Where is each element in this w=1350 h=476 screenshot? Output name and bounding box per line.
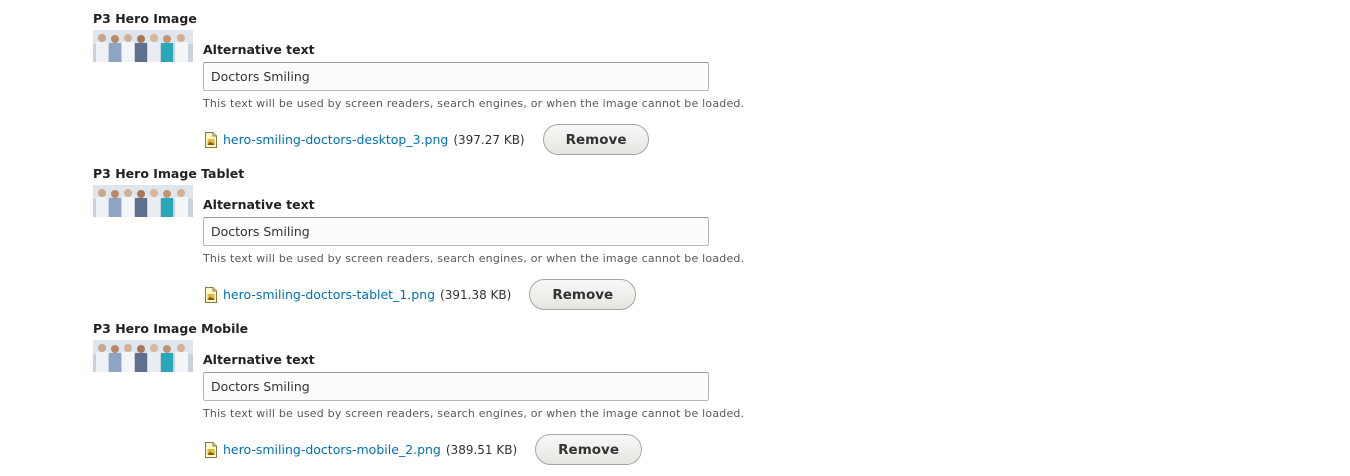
alt-text-input[interactable] <box>203 62 709 91</box>
image-file-icon <box>205 441 217 458</box>
alt-text-description: This text will be used by screen readers… <box>203 407 745 420</box>
doctors-thumbnail-image <box>93 340 193 372</box>
image-thumbnail[interactable] <box>93 30 193 62</box>
alt-text-label: Alternative text <box>203 42 315 57</box>
file-size: (389.51 KB) <box>445 442 518 457</box>
alt-text-label: Alternative text <box>203 197 315 212</box>
alt-text-description: This text will be used by screen readers… <box>203 252 745 265</box>
image-field-mobile: P3 Hero Image Mobile Alternative text Th… <box>93 310 1093 465</box>
alt-text-description: This text will be used by screen readers… <box>203 97 745 110</box>
image-thumbnail[interactable] <box>93 185 193 217</box>
doctors-thumbnail-image <box>93 30 193 62</box>
image-field-tablet: P3 Hero Image Tablet Alternative text Th… <box>93 155 1093 310</box>
field-label: P3 Hero Image <box>93 11 197 26</box>
alt-text-input[interactable] <box>203 217 709 246</box>
file-row: hero-smiling-doctors-desktop_3.png (397.… <box>205 124 650 155</box>
file-link[interactable]: hero-smiling-doctors-tablet_1.png <box>223 287 435 302</box>
image-file-icon <box>205 286 217 303</box>
field-label: P3 Hero Image Mobile <box>93 321 249 336</box>
alt-text-input[interactable] <box>203 372 709 401</box>
file-row: hero-smiling-doctors-tablet_1.png (391.3… <box>205 279 637 310</box>
file-size: (397.27 KB) <box>453 132 525 147</box>
image-field-desktop: P3 Hero Image Alternative text This text… <box>93 0 1093 155</box>
file-size: (391.38 KB) <box>440 287 512 302</box>
image-file-icon <box>205 131 217 148</box>
image-thumbnail[interactable] <box>93 340 193 372</box>
remove-button[interactable]: Remove <box>529 279 637 310</box>
field-label: P3 Hero Image Tablet <box>93 166 245 181</box>
remove-button[interactable]: Remove <box>535 434 643 465</box>
file-link[interactable]: hero-smiling-doctors-desktop_3.png <box>223 132 448 147</box>
alt-text-label: Alternative text <box>203 352 315 367</box>
doctors-thumbnail-image <box>93 185 193 217</box>
remove-button[interactable]: Remove <box>542 124 650 155</box>
file-link[interactable]: hero-smiling-doctors-mobile_2.png <box>223 442 441 457</box>
file-row: hero-smiling-doctors-mobile_2.png (389.5… <box>205 434 643 465</box>
